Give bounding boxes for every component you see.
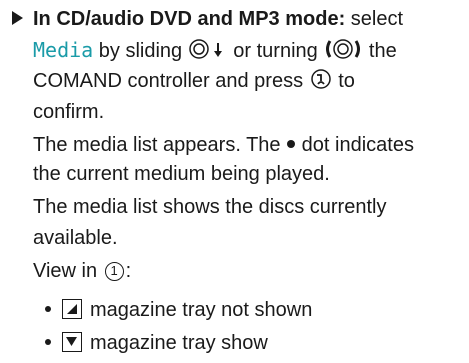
mode-label: In CD/audio DVD and MP3 mode: — [33, 8, 346, 30]
or-turning-text: or turning — [227, 40, 324, 62]
shows-line-2: available. — [33, 227, 118, 249]
shows-line-1: The media list shows the discs currently — [33, 196, 387, 218]
tray-expanded-icon — [62, 332, 82, 352]
result-line-1: The media list appears. The dot indicate… — [33, 128, 414, 161]
to-text: to — [332, 70, 355, 92]
view-in-line: View in 1: — [33, 256, 131, 287]
by-sliding-text: by sliding — [93, 40, 188, 62]
media-menu-item: Media — [33, 38, 94, 62]
result-text-end: dot indicates — [296, 134, 414, 156]
step-arrow-icon — [12, 11, 23, 25]
view-colon: : — [125, 260, 132, 282]
select-text: select — [345, 8, 404, 30]
step-line-1: In CD/audio DVD and MP3 mode: select — [12, 4, 403, 35]
the-text: the — [363, 40, 397, 62]
tray-collapsed-icon — [62, 299, 82, 319]
manual-page: In CD/audio DVD and MP3 mode: select Med… — [0, 0, 469, 363]
list-item: magazine tray show — [45, 328, 268, 359]
result-line-2: the current medium being played. — [33, 163, 330, 185]
view-in-text: View in — [33, 260, 103, 282]
result-text-start: The media list appears. The — [33, 134, 287, 156]
list-item: magazine tray not shown — [45, 295, 312, 326]
step-line-2: Media by sliding or turning the — [33, 35, 397, 70]
press-icon — [309, 68, 333, 100]
step-line-3: COMAND controller and press to — [33, 66, 355, 100]
controller-text: COMAND controller and press — [33, 70, 309, 92]
confirm-text: confirm. — [33, 101, 105, 123]
dot-icon — [286, 128, 296, 159]
tray-not-shown-text: magazine tray not shown — [90, 299, 313, 321]
tray-shown-text: magazine tray show — [90, 332, 268, 354]
bullet-icon — [45, 306, 51, 313]
bullet-icon — [45, 339, 51, 346]
callout-number: 1 — [104, 262, 124, 281]
